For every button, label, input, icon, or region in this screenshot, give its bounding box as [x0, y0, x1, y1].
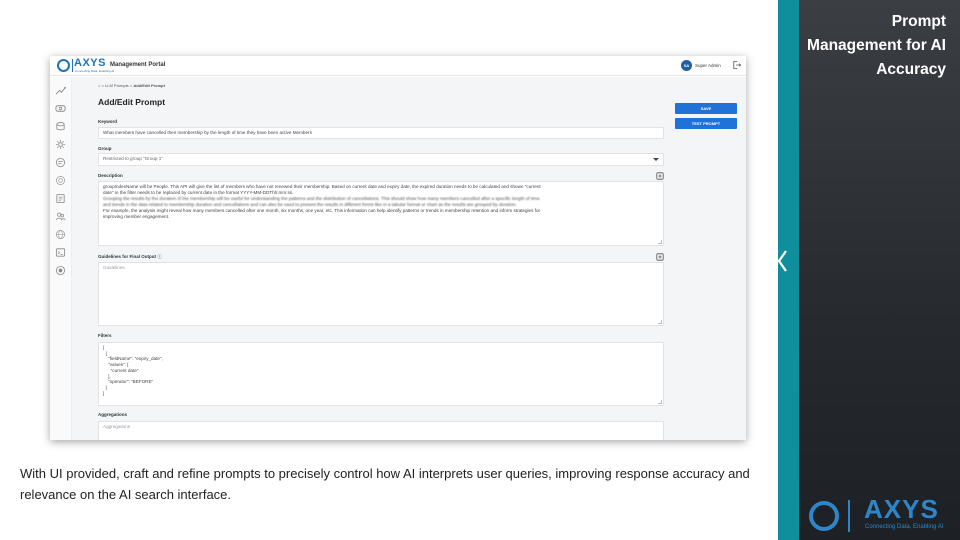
resize-handle[interactable]: [658, 240, 662, 244]
slide-title-line: Accuracy: [876, 61, 946, 78]
slide-caption: With UI provided, craft and refine promp…: [20, 466, 750, 502]
app-screenshot: AXYS Connecting Data, Enabling AI Manage…: [50, 56, 746, 440]
target-icon[interactable]: [55, 175, 66, 186]
group-label: Group: [98, 146, 112, 151]
support-icon[interactable]: [55, 265, 66, 276]
app-logo-tagline: Connecting Data, Enabling AI: [75, 69, 115, 73]
description-line: improving member engagement.: [103, 214, 170, 219]
portal-title: Management Portal: [110, 62, 166, 68]
axys-logo-icon: [57, 59, 70, 72]
app-logo-text: AXYS: [74, 57, 106, 69]
money-icon[interactable]: [55, 103, 66, 114]
keyword-label: Keyword: [98, 119, 118, 124]
breadcrumb-separator: >: [129, 83, 133, 88]
chevron-down-icon[interactable]: [653, 158, 659, 161]
aggregations-placeholder: Aggregations: [103, 424, 131, 429]
aggregations-label: Aggregations: [98, 412, 128, 417]
guidelines-textarea[interactable]: Guidelines: [98, 262, 664, 326]
slide-title-line: Prompt: [891, 13, 946, 30]
avatar[interactable]: SA: [681, 60, 692, 71]
slide-title: Prompt Management for AI Accuracy: [776, 10, 946, 82]
aggregations-textarea[interactable]: Aggregations: [98, 421, 664, 440]
chevron-left-icon[interactable]: [774, 246, 792, 276]
filters-line: ]: [103, 390, 105, 396]
user-name[interactable]: Super Admin: [695, 63, 721, 68]
terminal-icon[interactable]: [55, 247, 66, 258]
page-title: Add/Edit Prompt: [98, 97, 166, 107]
breadcrumb-current: Add/Edit Prompt: [133, 83, 165, 88]
slide: AXYS Connecting Data, Enabling AI Manage…: [0, 0, 960, 540]
filters-editor[interactable]: [ { "fieldName": "expiry_date", "values"…: [98, 342, 664, 406]
group-select-value: Restricted to group "Group 1": [103, 156, 163, 161]
group-select[interactable]: Restricted to group "Group 1": [98, 153, 664, 166]
top-bar: AXYS Connecting Data, Enabling AI Manage…: [50, 56, 746, 76]
description-label: Description: [98, 173, 123, 178]
guidelines-placeholder: Guidelines: [103, 265, 125, 270]
keyword-input[interactable]: What members have cancelled their member…: [98, 127, 664, 139]
globe-icon[interactable]: [55, 229, 66, 240]
logout-icon[interactable]: [732, 60, 741, 70]
expand-editor-icon[interactable]: [656, 172, 664, 180]
breadcrumb-llm-prompts[interactable]: LLM Prompts: [105, 83, 129, 88]
brand-tagline: Connecting Data, Enabling AI: [865, 524, 944, 530]
brand-name: AXYS: [864, 494, 939, 524]
test-prompt-button[interactable]: TEST PROMPT: [675, 118, 737, 129]
document-icon[interactable]: [55, 193, 66, 204]
breadcrumb-separator: >: [101, 83, 104, 88]
sidebar: [50, 77, 72, 440]
axys-brand-logo-icon: [809, 500, 850, 532]
settings-icon[interactable]: [55, 139, 66, 150]
logo-separator: [72, 59, 73, 72]
slide-title-line: Management for AI: [807, 37, 946, 54]
filters-label: Filters: [98, 333, 112, 338]
main-content: ⌂ > LLM Prompts > Add/Edit Prompt Add/Ed…: [72, 77, 746, 440]
resize-handle[interactable]: [658, 400, 662, 404]
breadcrumb: ⌂ > LLM Prompts > Add/Edit Prompt: [98, 83, 165, 88]
resize-handle[interactable]: [658, 320, 662, 324]
info-icon[interactable]: ⓘ: [157, 254, 162, 259]
description-line: and trends in the data related to member…: [103, 202, 517, 207]
database-icon[interactable]: [55, 121, 66, 132]
description-textarea[interactable]: groupIndexName will be People. This API …: [98, 181, 664, 246]
users-icon[interactable]: [55, 211, 66, 222]
analytics-icon[interactable]: [55, 85, 66, 96]
guidelines-label: Guidelines for Final Output ⓘ: [98, 254, 162, 259]
expand-editor-icon[interactable]: [656, 253, 664, 261]
chat-icon[interactable]: [55, 157, 66, 168]
save-button[interactable]: SAVE: [675, 103, 737, 114]
home-icon[interactable]: ⌂: [98, 83, 100, 88]
